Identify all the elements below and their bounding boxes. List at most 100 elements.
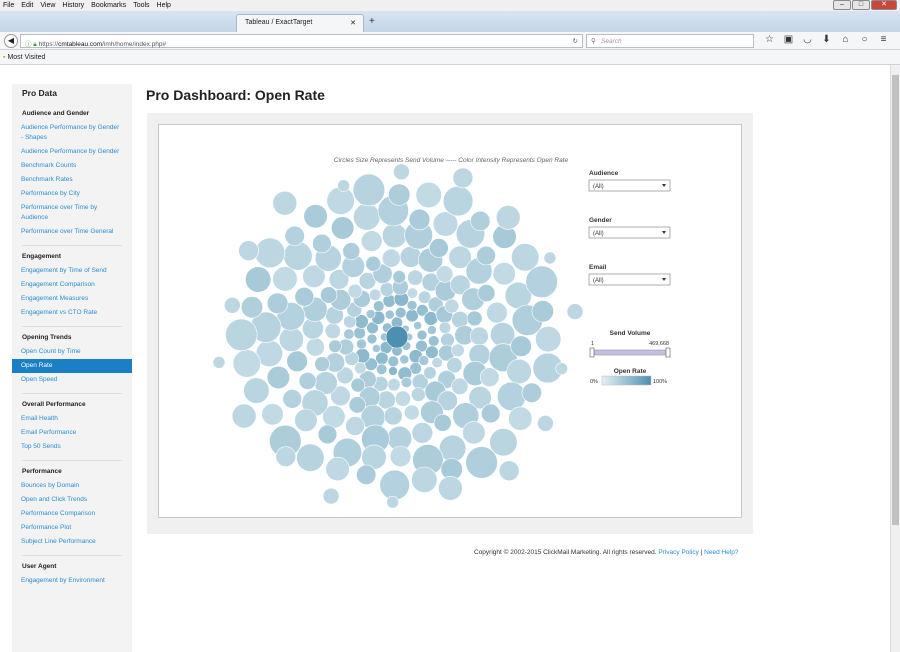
bubble[interactable] [296, 443, 325, 472]
bubble[interactable] [342, 242, 361, 261]
sidebar-link[interactable]: Performance by City [12, 187, 132, 201]
bubble[interactable] [348, 396, 366, 414]
bubble[interactable] [506, 358, 532, 385]
bubble[interactable] [389, 445, 412, 468]
menu-view[interactable]: View [40, 2, 55, 9]
bubble[interactable] [356, 338, 367, 350]
bubble[interactable] [320, 286, 338, 304]
bubble[interactable] [431, 357, 443, 369]
bubble[interactable] [324, 323, 341, 340]
new-tab-icon[interactable]: + [369, 16, 375, 27]
back-arrow-icon[interactable]: ◀ [4, 34, 18, 48]
bubble[interactable] [416, 329, 428, 341]
sidebar-link[interactable]: Open Speed [12, 373, 132, 387]
bubble[interactable] [254, 237, 286, 269]
scrollbar-thumb[interactable] [892, 75, 899, 525]
bubble[interactable] [266, 292, 289, 315]
bubble[interactable] [498, 460, 520, 482]
bubble[interactable] [438, 475, 463, 501]
sidebar-link[interactable]: Top 50 Sends [12, 440, 132, 454]
bubble[interactable] [427, 325, 437, 335]
bubble[interactable] [371, 344, 381, 353]
bubble[interactable] [243, 377, 270, 404]
bubble[interactable] [531, 300, 554, 323]
bubble[interactable] [428, 335, 440, 347]
bubble[interactable] [298, 371, 317, 390]
chat-icon[interactable]: ○ [855, 34, 874, 45]
bubble[interactable] [328, 339, 342, 353]
bubble[interactable] [365, 309, 376, 319]
bubble[interactable] [261, 403, 284, 426]
bubble[interactable] [404, 404, 420, 421]
bubble[interactable] [322, 487, 340, 505]
bubble[interactable] [510, 335, 532, 357]
bubble[interactable] [486, 302, 508, 324]
bubble[interactable] [555, 362, 569, 375]
bubble[interactable] [343, 328, 355, 340]
bubble[interactable] [384, 309, 395, 320]
bubble[interactable] [286, 350, 308, 373]
bookmark-star-icon[interactable]: ☆ [760, 34, 779, 45]
bubble[interactable] [496, 381, 527, 412]
sidebar-link[interactable]: Performance Comparison [12, 507, 132, 521]
bubble[interactable] [408, 208, 431, 231]
send-volume-slider-track[interactable] [591, 349, 669, 356]
bubble[interactable] [411, 422, 433, 444]
bubble[interactable] [345, 416, 365, 436]
tableau-viz[interactable]: Circles Size Represents Send Volume ----… [158, 124, 742, 518]
bubble[interactable] [392, 270, 406, 284]
bubble[interactable] [379, 282, 395, 297]
bubble[interactable] [224, 297, 241, 314]
sidebar-link[interactable]: Engagement by Environment [12, 574, 132, 588]
sidebar-link[interactable]: Email Health [12, 412, 132, 426]
menu-help[interactable]: Help [157, 2, 171, 9]
bubble[interactable] [388, 183, 411, 206]
bubble[interactable] [465, 446, 498, 479]
bubble[interactable] [394, 390, 411, 407]
sidebar-link[interactable]: Email Performance [12, 426, 132, 440]
bubble[interactable] [381, 248, 401, 268]
bubble[interactable] [451, 343, 465, 358]
hamburger-menu-icon[interactable]: ≡ [874, 34, 893, 45]
close-tab-icon[interactable]: ✕ [350, 19, 356, 27]
bubble[interactable] [382, 294, 397, 308]
home-icon[interactable]: ⌂ [836, 34, 855, 45]
sidebar-link[interactable]: Performance over Time by Audience [12, 201, 132, 225]
bubble[interactable] [347, 283, 363, 299]
bubble[interactable] [535, 326, 562, 353]
need-help-link[interactable]: Need Help? [704, 549, 738, 556]
sidebar-link[interactable]: Engagement Comparison [12, 278, 132, 292]
bubble[interactable] [521, 382, 542, 403]
bubble[interactable] [284, 225, 305, 246]
bubble[interactable] [387, 355, 400, 368]
bubble[interactable] [407, 269, 424, 286]
bubble[interactable] [395, 306, 407, 319]
menu-edit[interactable]: Edit [21, 2, 33, 9]
bubble[interactable] [466, 310, 483, 327]
bubble[interactable] [393, 163, 410, 181]
bubble[interactable] [266, 365, 290, 390]
bubble[interactable] [399, 245, 422, 268]
bubble[interactable] [244, 266, 272, 293]
bubble[interactable] [476, 245, 496, 266]
search-input[interactable]: ⚲ Search [586, 34, 754, 48]
bubble[interactable] [423, 366, 437, 380]
sidebar-link[interactable]: Bounces by Domain [12, 479, 132, 493]
bubble[interactable] [479, 367, 500, 387]
bubble[interactable] [366, 333, 378, 345]
bubble[interactable] [272, 190, 298, 216]
bubble[interactable] [495, 205, 521, 230]
bubble[interactable] [413, 321, 422, 330]
bubble[interactable] [232, 349, 261, 378]
bubble[interactable] [361, 230, 383, 252]
menu-history[interactable]: History [62, 2, 84, 9]
menu-bookmarks[interactable]: Bookmarks [91, 2, 126, 9]
url-bar[interactable]: ⓘ 🔒︎ https://cmtableau.com/imh/home/inde… [20, 34, 583, 48]
bubble[interactable] [272, 266, 298, 292]
bubble[interactable] [525, 265, 558, 299]
bubble[interactable] [444, 298, 460, 314]
bubble[interactable] [411, 466, 438, 493]
bubble[interactable] [314, 356, 330, 372]
close-window-icon[interactable]: ✕ [871, 0, 897, 10]
bubble[interactable] [410, 387, 426, 402]
